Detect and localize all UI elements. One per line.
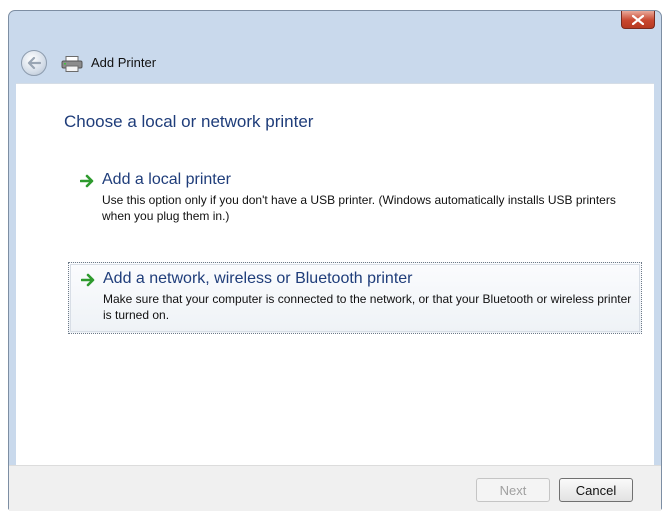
back-button[interactable] <box>21 50 47 76</box>
add-network-printer-option[interactable]: Add a network, wireless or Bluetooth pri… <box>68 262 642 334</box>
add-printer-window: Add Printer Choose a local or network pr… <box>8 10 662 511</box>
printer-icon <box>61 56 83 72</box>
option-description: Make sure that your computer is connecte… <box>103 292 632 322</box>
option-title: Add a network, wireless or Bluetooth pri… <box>103 270 413 287</box>
option-description: Use this option only if you don't have a… <box>102 193 616 223</box>
next-button[interactable]: Next <box>476 478 550 502</box>
cancel-button[interactable]: Cancel <box>559 478 633 502</box>
green-arrow-icon <box>81 273 95 287</box>
close-icon <box>632 14 644 25</box>
back-arrow-icon <box>27 57 41 69</box>
content-area: Choose a local or network printer Add a … <box>16 83 654 465</box>
window-title: Add Printer <box>91 55 157 70</box>
close-button[interactable] <box>621 11 655 29</box>
add-local-printer-option[interactable]: Add a local printer Use this option only… <box>68 164 642 230</box>
page-heading: Choose a local or network printer <box>64 112 314 131</box>
option-title: Add a local printer <box>102 171 231 188</box>
green-arrow-icon <box>80 174 94 188</box>
header-bar: Add Printer <box>9 45 661 83</box>
button-bar: Next Cancel <box>9 465 661 511</box>
